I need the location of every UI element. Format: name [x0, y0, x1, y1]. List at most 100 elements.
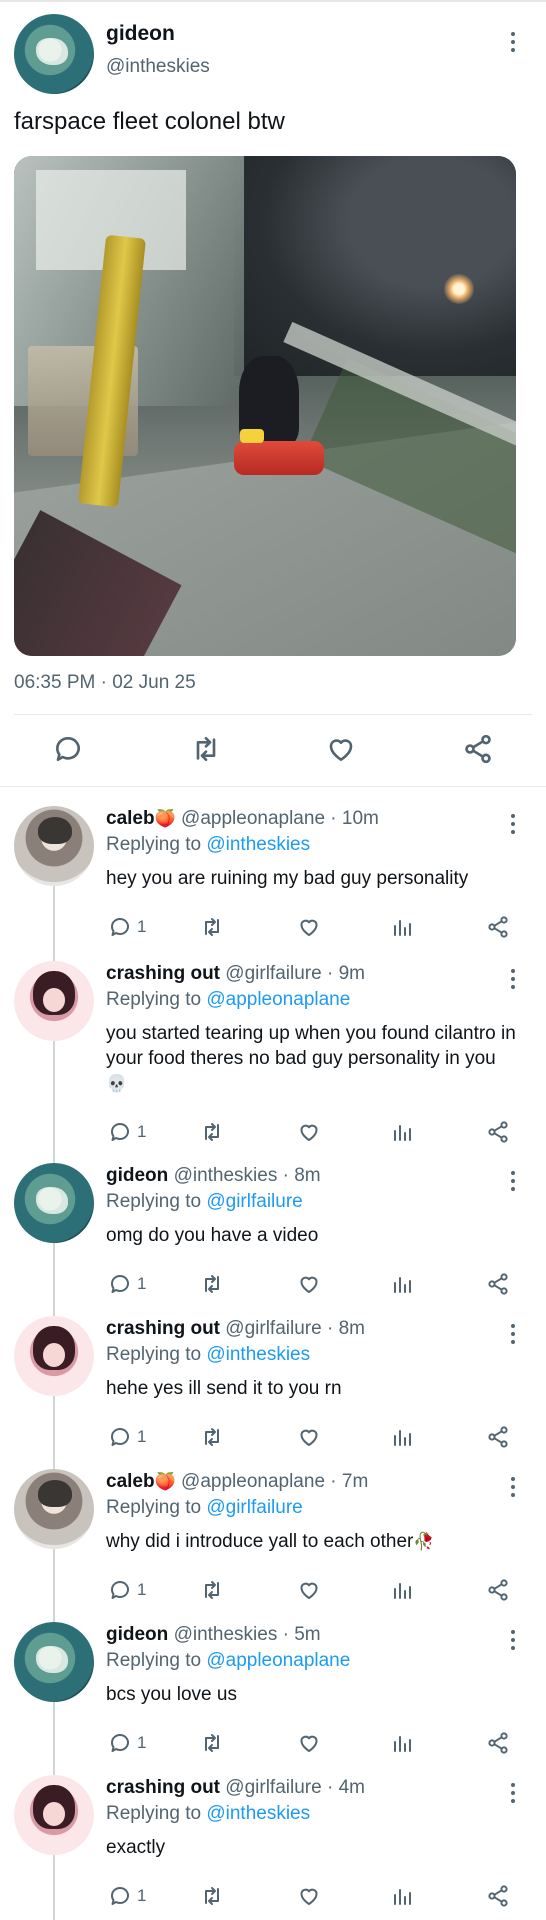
retweet-icon[interactable] [200, 915, 224, 939]
avatar[interactable] [14, 1163, 94, 1243]
more-options-icon[interactable] [510, 969, 516, 991]
views-icon[interactable] [390, 1578, 414, 1602]
more-options-icon[interactable] [510, 1783, 516, 1805]
views-icon[interactable] [390, 1884, 414, 1908]
reply-author-handle[interactable]: @intheskies [174, 1624, 278, 1645]
reply-text: hey you are ruining my bad guy personali… [106, 866, 516, 891]
author-handle[interactable]: @intheskies [106, 56, 210, 78]
replying-to: Replying to @appleonaplane [106, 1650, 350, 1672]
like-icon[interactable] [297, 1272, 321, 1296]
like-icon[interactable] [297, 1884, 321, 1908]
reply-text-body: you started tearing up when you found ci… [106, 1023, 516, 1069]
reply-time: 5m [294, 1624, 321, 1645]
reply-header: gideon @intheskies · 5m [106, 1624, 321, 1646]
share-icon[interactable] [486, 1120, 510, 1144]
retweet-icon[interactable] [200, 1425, 224, 1449]
views-icon[interactable] [390, 1272, 414, 1296]
retweet-icon[interactable] [200, 1884, 224, 1908]
reply-author-name[interactable]: caleb [106, 1471, 155, 1492]
more-options-icon[interactable] [510, 1477, 516, 1499]
like-icon[interactable] [297, 1425, 321, 1449]
replying-to-label: Replying to [106, 989, 202, 1010]
avatar[interactable] [14, 1622, 94, 1702]
reply-author-handle[interactable]: @appleonaplane [181, 808, 325, 829]
avatar[interactable] [14, 1775, 94, 1855]
tweet-text: farspace fleet colonel btw [14, 108, 285, 135]
separator-dot: · [277, 1165, 295, 1186]
reply-icon[interactable] [108, 1884, 132, 1908]
views-icon[interactable] [390, 1120, 414, 1144]
share-icon[interactable] [486, 1425, 510, 1449]
mention-link[interactable]: @intheskies [206, 1803, 310, 1824]
reply-icon[interactable] [108, 1425, 132, 1449]
top-border [0, 0, 546, 2]
reply-text: you started tearing up when you found ci… [106, 1021, 516, 1097]
reply-icon[interactable] [108, 1578, 132, 1602]
reply-author-name[interactable]: gideon [106, 1165, 168, 1186]
name-emoji: 🍑 [154, 1472, 176, 1492]
retweet-icon[interactable] [200, 1272, 224, 1296]
avatar[interactable] [14, 1469, 94, 1549]
mention-link[interactable]: @appleonaplane [206, 1650, 350, 1671]
mention-link[interactable]: @girlfailure [206, 1191, 302, 1212]
share-icon[interactable] [486, 1731, 510, 1755]
share-icon[interactable] [462, 733, 494, 765]
more-options-icon[interactable] [510, 814, 516, 836]
more-options-icon[interactable] [510, 32, 516, 54]
reply-icon[interactable] [108, 1120, 132, 1144]
views-icon[interactable] [390, 1425, 414, 1449]
reply-author-name[interactable]: crashing out [106, 1318, 220, 1339]
reply-count: 1 [137, 1580, 147, 1599]
like-icon[interactable] [325, 733, 357, 765]
reply-text-body: omg do you have a video [106, 1225, 319, 1246]
reply-icon[interactable] [52, 733, 84, 765]
share-icon[interactable] [486, 915, 510, 939]
share-icon[interactable] [486, 1884, 510, 1908]
reply-author-handle[interactable]: @girlfailure [225, 1777, 321, 1798]
retweet-icon[interactable] [200, 1578, 224, 1602]
more-options-icon[interactable] [510, 1171, 516, 1193]
retweet-icon[interactable] [200, 1731, 224, 1755]
replying-to-label: Replying to [106, 1650, 202, 1671]
more-options-icon[interactable] [510, 1630, 516, 1652]
reply-author-handle[interactable]: @intheskies [174, 1165, 278, 1186]
avatar[interactable] [14, 806, 94, 886]
replying-to: Replying to @appleonaplane [106, 989, 350, 1011]
reply-author-handle[interactable]: @appleonaplane [181, 1471, 325, 1492]
avatar[interactable] [14, 961, 94, 1041]
reply-author-handle[interactable]: @girlfailure [225, 1318, 321, 1339]
mention-link[interactable]: @appleonaplane [206, 989, 350, 1010]
reply-author-name[interactable]: gideon [106, 1624, 168, 1645]
share-icon[interactable] [486, 1272, 510, 1296]
reply-author-handle[interactable]: @girlfailure [225, 963, 321, 984]
tweet-photo[interactable] [14, 156, 516, 656]
divider [0, 786, 546, 787]
separator-dot: · [277, 1624, 295, 1645]
like-icon[interactable] [297, 1578, 321, 1602]
reply-author-name[interactable]: caleb [106, 808, 155, 829]
more-options-icon[interactable] [510, 1324, 516, 1346]
share-icon[interactable] [486, 1578, 510, 1602]
reply-author-name[interactable]: crashing out [106, 1777, 220, 1798]
avatar[interactable] [14, 1316, 94, 1396]
retweet-icon[interactable] [200, 1120, 224, 1144]
views-icon[interactable] [390, 1731, 414, 1755]
mention-link[interactable]: @intheskies [206, 834, 310, 855]
separator-dot: · [321, 963, 339, 984]
views-icon[interactable] [390, 915, 414, 939]
author-name[interactable]: gideon [106, 22, 175, 46]
like-icon[interactable] [297, 1120, 321, 1144]
retweet-icon[interactable] [190, 733, 222, 765]
mention-link[interactable]: @girlfailure [206, 1497, 302, 1518]
reply-icon[interactable] [108, 1731, 132, 1755]
reply-icon[interactable] [108, 915, 132, 939]
like-icon[interactable] [297, 915, 321, 939]
reply-author-name[interactable]: crashing out [106, 963, 220, 984]
reply-icon[interactable] [108, 1272, 132, 1296]
avatar[interactable] [14, 14, 94, 94]
mention-link[interactable]: @intheskies [206, 1344, 310, 1365]
like-icon[interactable] [297, 1731, 321, 1755]
reply-time: 4m [338, 1777, 365, 1798]
replying-to-label: Replying to [106, 834, 202, 855]
reply-time: 10m [341, 808, 379, 829]
